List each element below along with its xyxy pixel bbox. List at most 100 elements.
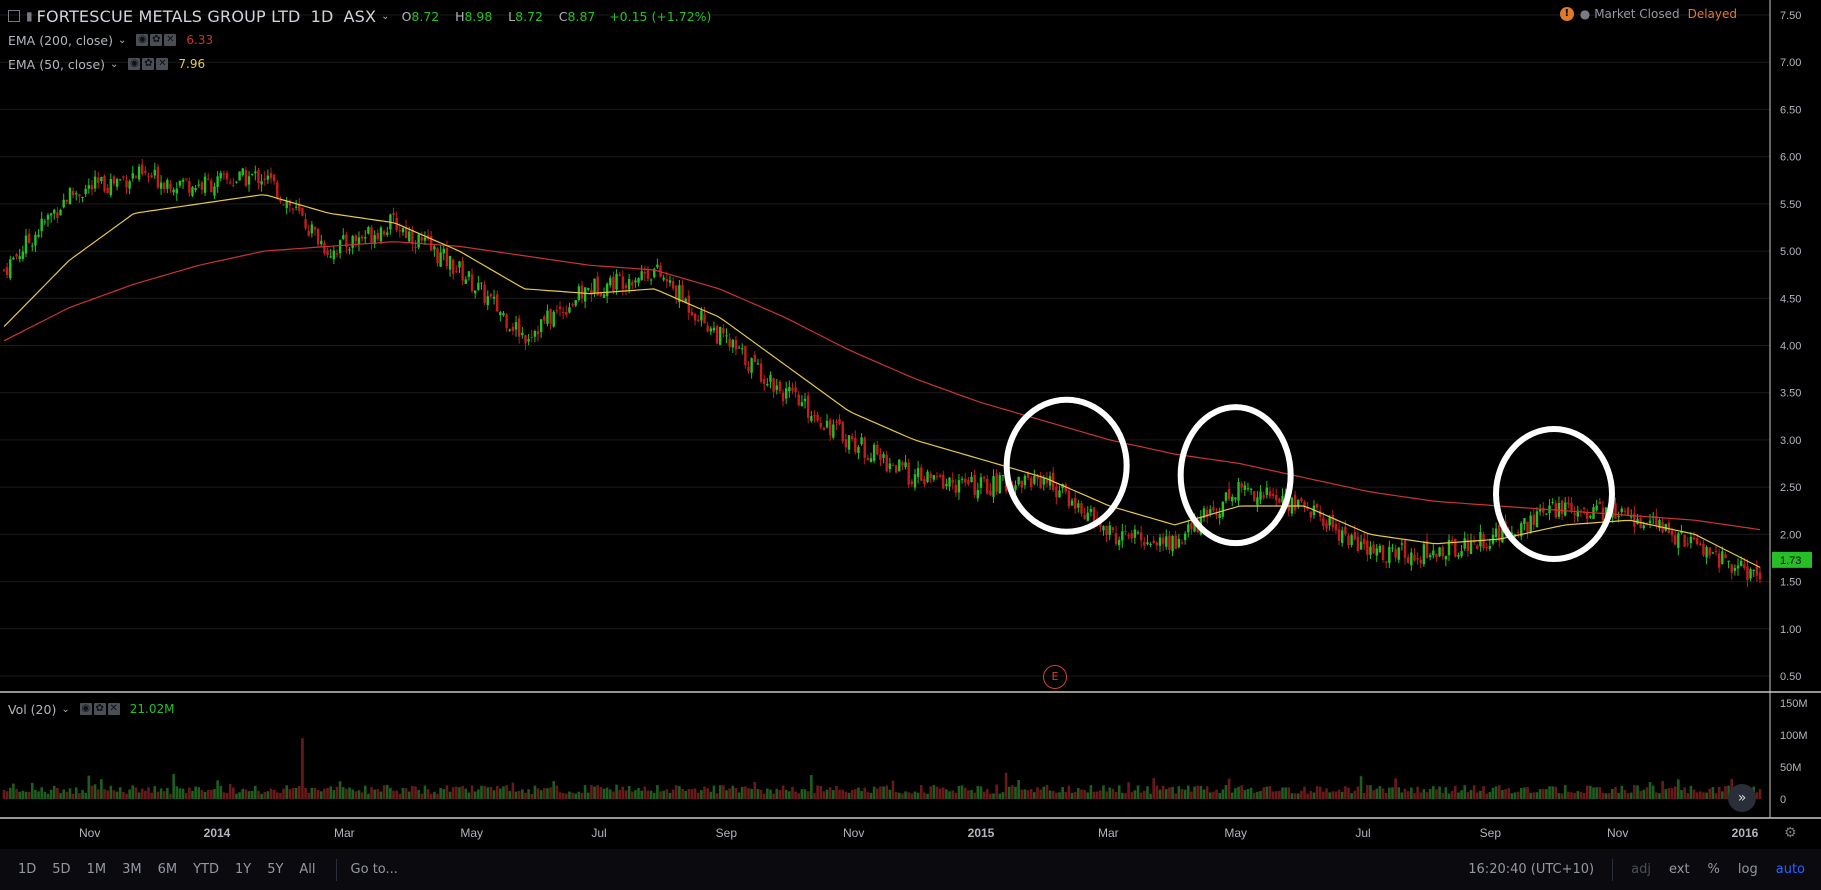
- candle-body: [1586, 512, 1589, 519]
- candle-body: [244, 170, 248, 187]
- warning-icon[interactable]: !: [1559, 7, 1574, 21]
- scroll-to-realtime-icon[interactable]: »: [1728, 784, 1756, 812]
- volume-bar: [976, 785, 980, 799]
- gear-icon[interactable]: ✿: [150, 34, 163, 46]
- gear-icon[interactable]: ✿: [93, 703, 106, 715]
- percent-toggle[interactable]: %: [1708, 862, 1720, 877]
- last-price-label: 1.73: [1780, 555, 1801, 567]
- eye-icon[interactable]: ◉: [79, 703, 92, 715]
- range-button-1m[interactable]: 1M: [87, 862, 107, 877]
- volume-bar: [605, 787, 609, 799]
- volume-bar: [178, 788, 182, 799]
- ema50-legend[interactable]: EMA (50, close) ⌄ ◉ ✿ ✕ 7.96: [8, 55, 205, 73]
- volume-bar: [608, 789, 612, 799]
- volume-bar: [144, 790, 147, 799]
- volume-bar: [291, 788, 295, 799]
- candle-body: [1733, 567, 1737, 571]
- range-button-5y[interactable]: 5Y: [267, 862, 283, 877]
- ema50-label[interactable]: EMA (50, close): [8, 57, 105, 72]
- range-selector: 1D 5D 1M 3M 6M YTD 1Y 5Y All: [8, 862, 322, 877]
- candle-body: [1444, 556, 1448, 560]
- ema200-label[interactable]: EMA (200, close): [8, 33, 113, 48]
- axis-controls: 16:20:40 (UTC+10) adj ext % log auto: [1450, 849, 1805, 890]
- log-toggle[interactable]: log: [1738, 862, 1758, 877]
- candle-body: [1598, 501, 1601, 505]
- volume-bar: [269, 788, 273, 799]
- price-chart[interactable]: 7.50 7.00 6.50 6.00 5.50 5.00 4.50 4.00 3.50 3.00…: [0, 0, 1821, 890]
- range-button-6m[interactable]: 6M: [158, 862, 178, 877]
- symbol-header: ▮ FORTESCUE METALS GROUP LTD 1D ASX ⌄ O8…: [8, 7, 711, 26]
- chevron-down-icon[interactable]: ⌄: [118, 35, 126, 46]
- volume-bar: [1099, 790, 1102, 799]
- goto-button[interactable]: Go to...: [351, 862, 398, 877]
- range-button-3m[interactable]: 3M: [122, 862, 142, 877]
- volume-bar: [1334, 791, 1338, 799]
- volume-label[interactable]: Vol (20): [8, 702, 56, 717]
- candle-body: [125, 180, 128, 188]
- range-button-ytd[interactable]: YTD: [193, 862, 219, 877]
- indicator-controls[interactable]: ◉ ✿ ✕: [79, 703, 120, 715]
- candle-body: [1023, 475, 1027, 486]
- auto-toggle[interactable]: auto: [1776, 862, 1805, 877]
- volume-bar: [96, 789, 100, 799]
- time-axis-label: May: [460, 826, 483, 840]
- clock-label[interactable]: 16:20:40 (UTC+10): [1468, 862, 1594, 877]
- candle-body: [1372, 544, 1375, 554]
- volume-legend[interactable]: Vol (20) ⌄ ◉ ✿ ✕ 21.02M: [8, 700, 174, 718]
- interval-label[interactable]: 1D: [311, 7, 334, 26]
- volume-bar: [467, 792, 471, 799]
- candle-body: [150, 175, 153, 178]
- range-button-1y[interactable]: 1Y: [235, 862, 251, 877]
- adj-toggle[interactable]: adj: [1631, 862, 1651, 877]
- close-icon[interactable]: ✕: [156, 58, 169, 70]
- close-icon[interactable]: ✕: [164, 34, 177, 46]
- volume-bar: [637, 787, 640, 799]
- collapse-icon[interactable]: [8, 10, 20, 22]
- indicator-controls[interactable]: ◉ ✿ ✕: [128, 58, 169, 70]
- range-button-1d[interactable]: 1D: [18, 862, 36, 877]
- volume-bar: [759, 789, 763, 799]
- gear-icon[interactable]: ✿: [142, 58, 155, 70]
- range-button-all[interactable]: All: [299, 862, 315, 877]
- market-status[interactable]: ! ● Market Closed Delayed: [1559, 7, 1737, 21]
- volume-bar: [1375, 788, 1379, 799]
- volume-bar: [1601, 792, 1605, 799]
- candle-body: [1667, 522, 1671, 533]
- eye-icon[interactable]: ◉: [128, 58, 141, 70]
- gear-icon[interactable]: ⚙: [1784, 825, 1797, 841]
- candle-body: [1136, 532, 1140, 534]
- volume-bar: [1510, 793, 1514, 799]
- range-button-5d[interactable]: 5D: [52, 862, 70, 877]
- candle-body: [973, 474, 976, 495]
- candle-body: [1432, 550, 1435, 556]
- volume-bar: [1234, 788, 1237, 799]
- volume-bar: [153, 786, 157, 799]
- volume-bar: [1416, 786, 1419, 799]
- chevron-down-icon[interactable]: ⌄: [110, 59, 118, 70]
- symbol-title[interactable]: FORTESCUE METALS GROUP LTD: [37, 7, 301, 26]
- indicator-controls[interactable]: ◉ ✿ ✕: [136, 34, 177, 46]
- candle-body: [260, 181, 263, 185]
- volume-bar: [1538, 789, 1542, 799]
- candle-body: [1174, 535, 1177, 549]
- volume-bar: [1758, 789, 1762, 799]
- volume-bar: [1252, 792, 1256, 799]
- ext-toggle[interactable]: ext: [1669, 862, 1690, 877]
- eye-icon[interactable]: ◉: [136, 34, 149, 46]
- earnings-badge[interactable]: E: [1043, 665, 1067, 689]
- candle-body: [386, 232, 389, 235]
- chevron-down-icon[interactable]: ⌄: [61, 704, 69, 715]
- volume-bar: [1488, 792, 1492, 799]
- close-icon[interactable]: ✕: [107, 703, 120, 715]
- volume-bar: [750, 788, 753, 799]
- candle-body: [1758, 572, 1762, 580]
- ema200-legend[interactable]: EMA (200, close) ⌄ ◉ ✿ ✕ 6.33: [8, 31, 213, 49]
- candle-body: [12, 257, 15, 260]
- volume-bar: [891, 780, 895, 799]
- candle-body: [536, 331, 540, 335]
- chevron-down-icon[interactable]: ⌄: [381, 11, 389, 22]
- candle-body: [175, 188, 178, 194]
- volume-bar: [297, 786, 301, 799]
- candle-body: [929, 473, 932, 478]
- volume-bar: [794, 791, 797, 799]
